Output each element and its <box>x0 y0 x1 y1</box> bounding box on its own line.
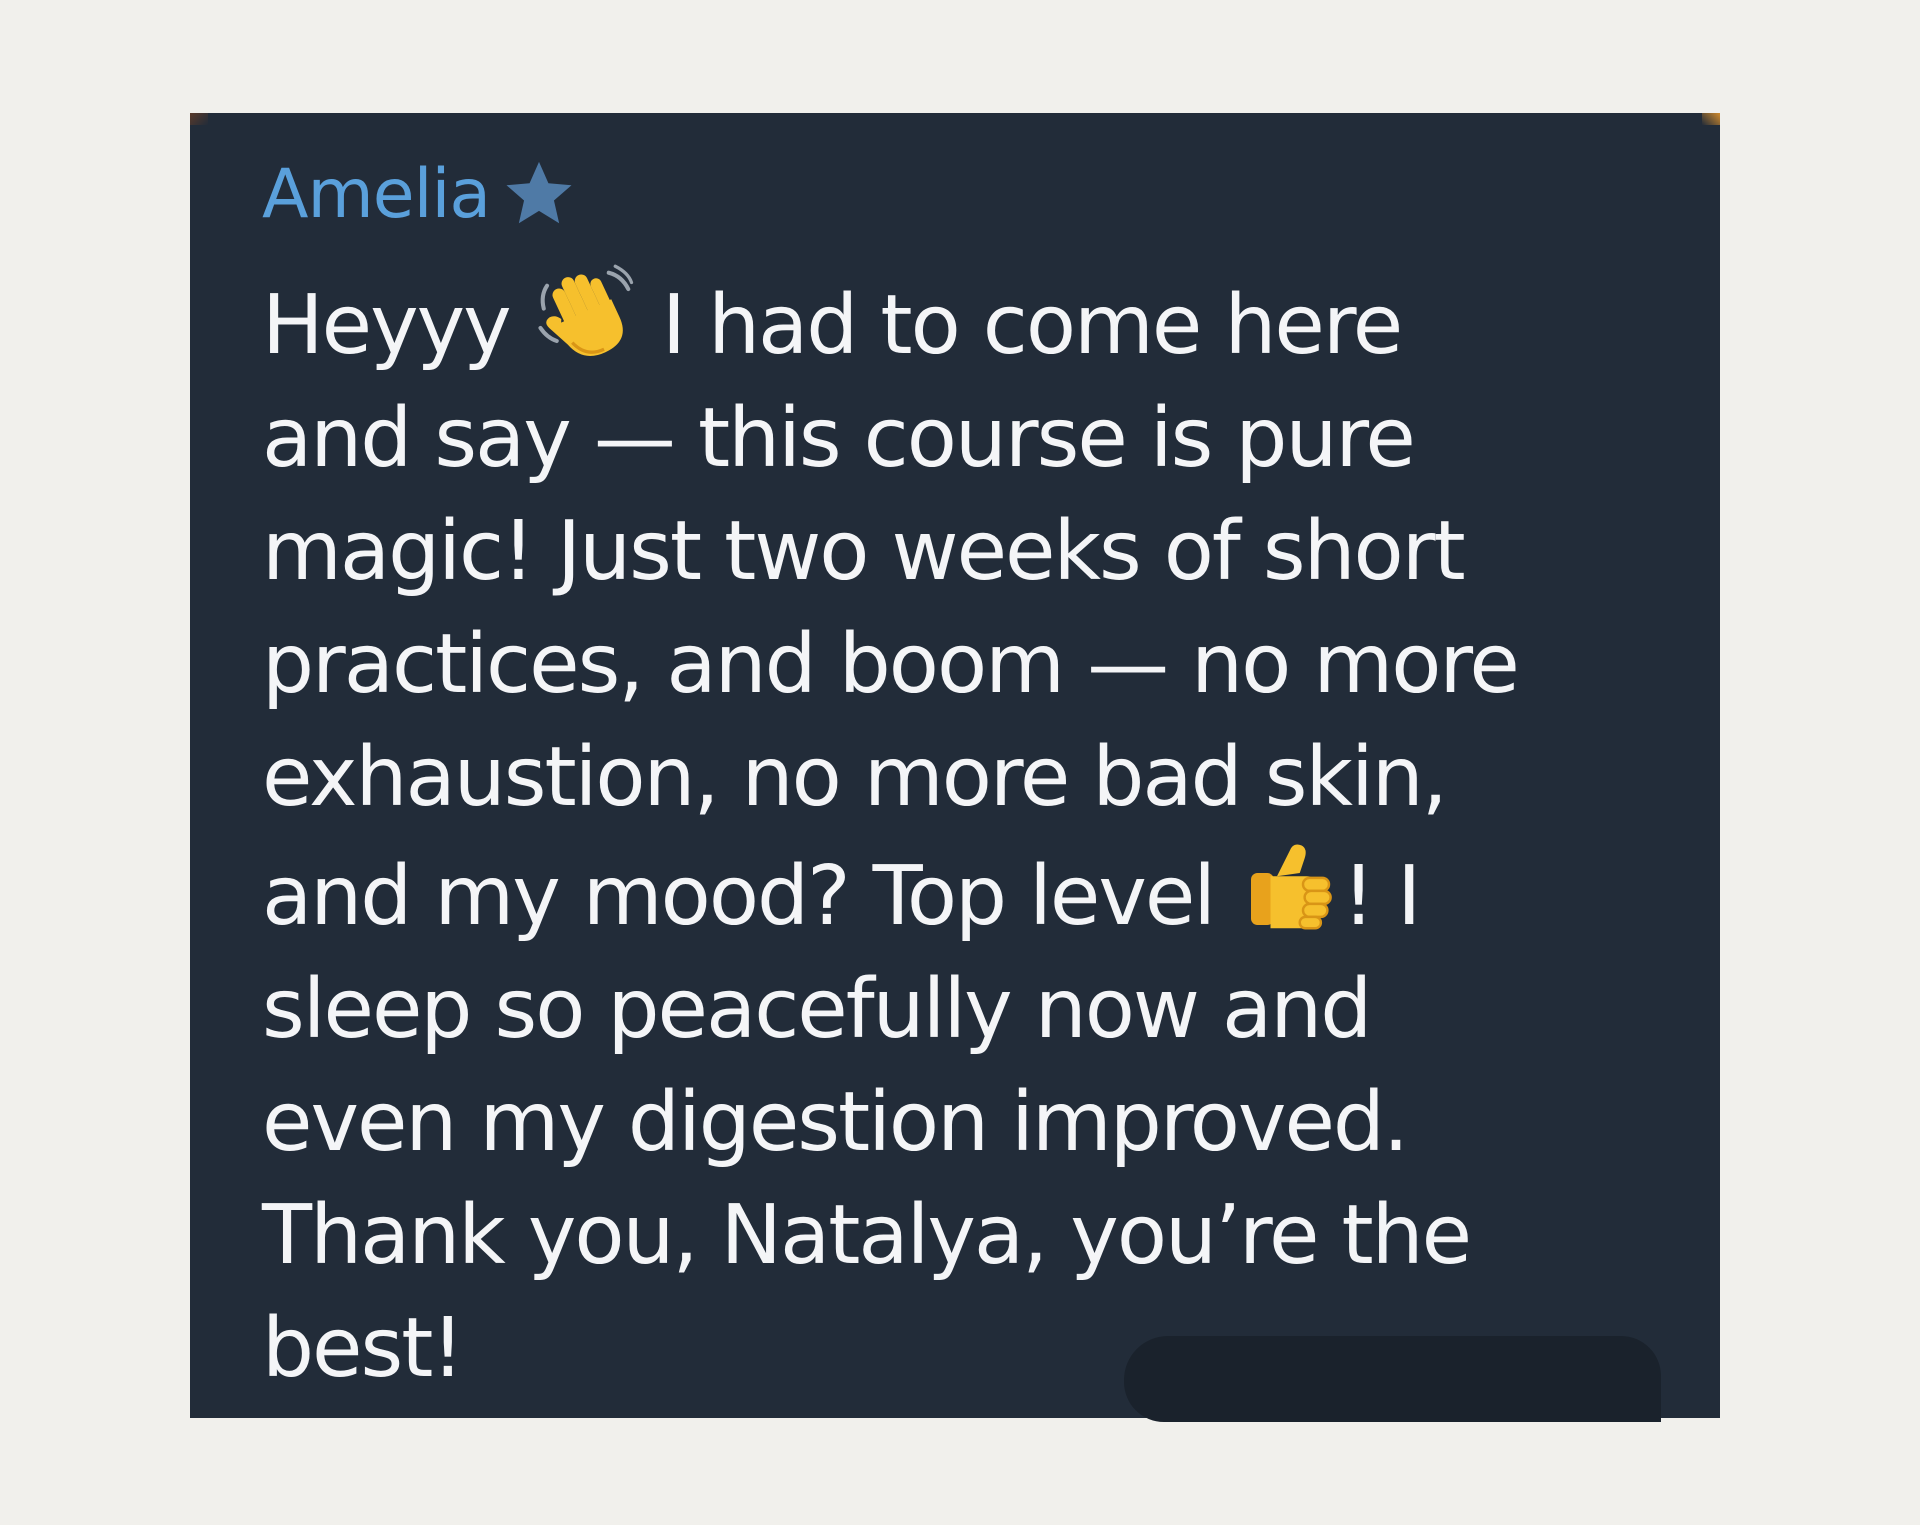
message-bubble[interactable]: Amelia Heyyy I had to come here and say <box>190 113 1720 1422</box>
waving-hand-icon <box>538 264 633 356</box>
message-line: and say — this course is pure <box>262 391 1416 486</box>
message-line: even my digestion improved. <box>262 1075 1409 1170</box>
message-line: exhaustion, no more bad skin, <box>262 730 1448 825</box>
redacted-timestamp <box>1124 1336 1661 1422</box>
star-icon <box>506 161 572 224</box>
message-line: Heyyy I had to come here <box>262 263 1680 382</box>
message-text: Heyyy I had to come here and say — this … <box>262 263 1680 1405</box>
message-line: sleep so peacefully now and <box>262 962 1372 1057</box>
thumbs-up-icon <box>1251 844 1333 930</box>
message-header: Amelia <box>262 145 1680 245</box>
message-line: magic! Just two weeks of short <box>262 504 1466 599</box>
message-line: Thank you, Natalya, you’re the <box>262 1188 1472 1283</box>
message-line: practices, and boom — no more <box>262 617 1520 712</box>
message-line: and my mood? Top level ! I <box>262 834 1680 953</box>
sender-name[interactable]: Amelia <box>262 161 491 229</box>
